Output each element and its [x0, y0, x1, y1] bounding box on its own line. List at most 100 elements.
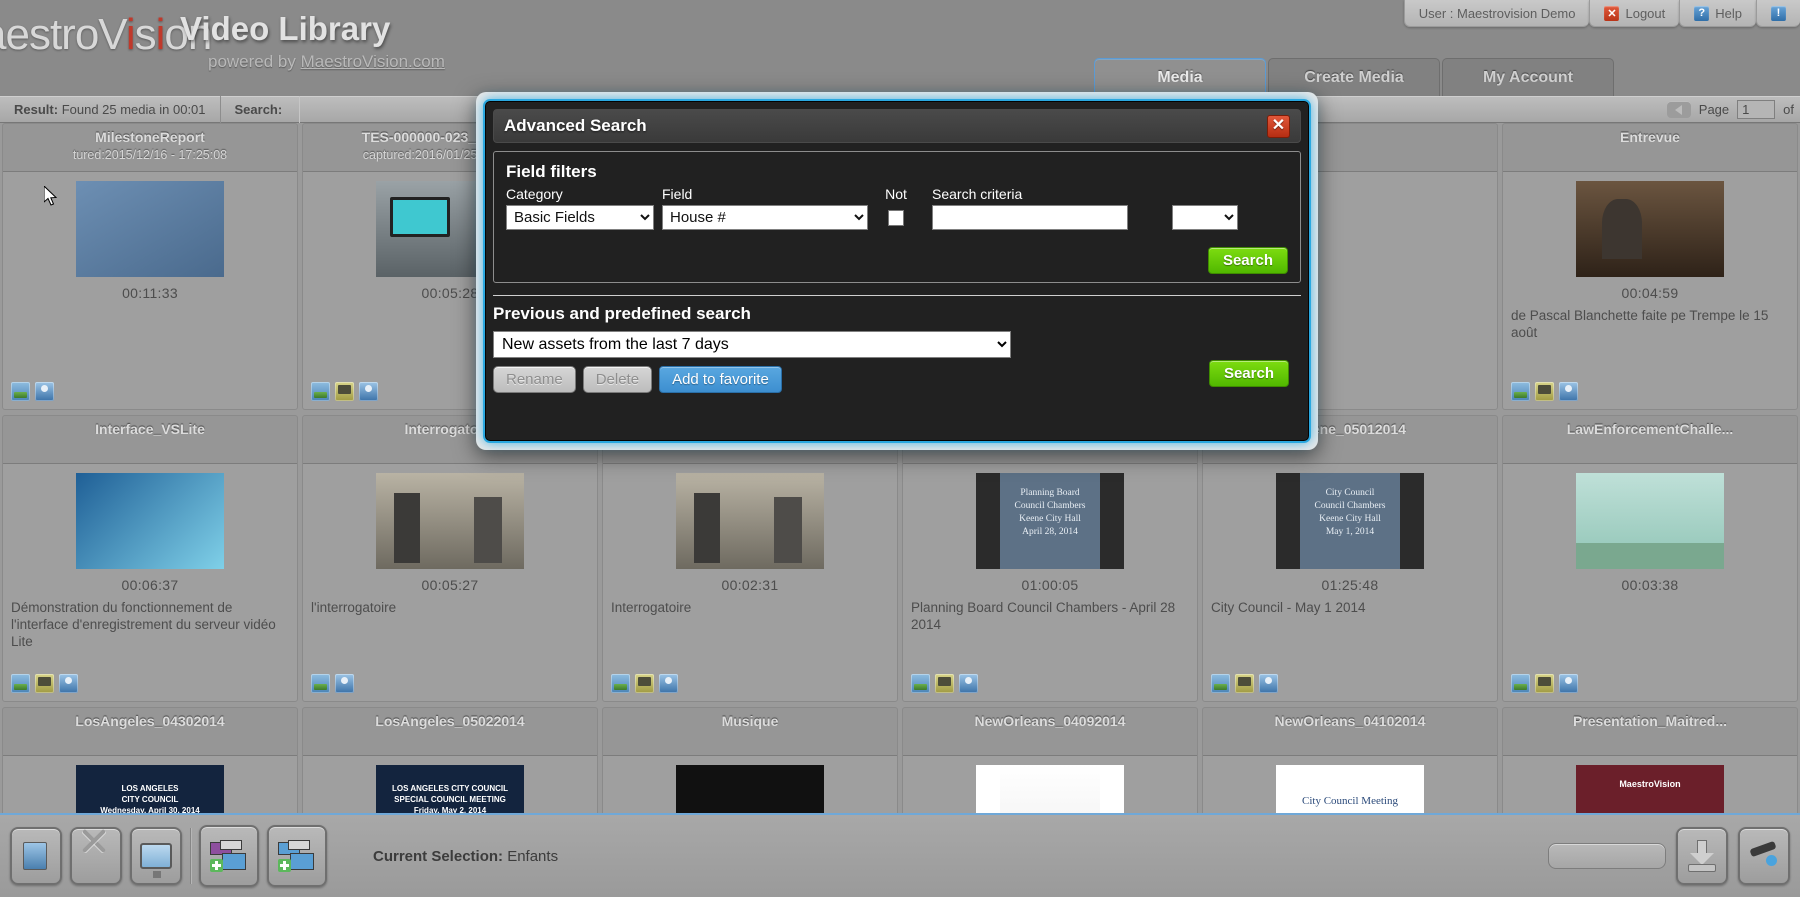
person-icon[interactable] — [659, 674, 678, 693]
media-card-thumbnail[interactable]: City Council Meeting — [1276, 764, 1424, 813]
image-icon[interactable] — [311, 674, 330, 693]
media-card-header: Musique — [603, 708, 897, 756]
thumbnail-caption: LOS ANGELES CITY COUNCIL Wednesday, April … — [100, 783, 200, 814]
media-card-thumbnail-wrap — [903, 756, 1197, 813]
add-to-favorite-button[interactable]: Add to favorite — [659, 366, 782, 393]
media-card-thumbnail[interactable] — [976, 764, 1124, 813]
media-card[interactable]: NewOrleans_04092014 — [902, 707, 1198, 813]
media-card-thumbnail[interactable] — [376, 472, 524, 569]
person-icon[interactable] — [35, 382, 54, 401]
monitor-icon[interactable] — [1535, 674, 1554, 693]
tab-create-media[interactable]: Create Media — [1268, 58, 1440, 96]
person-icon[interactable] — [1559, 382, 1578, 401]
page-title: Video Library — [180, 10, 391, 47]
exclamation-icon: ! — [1771, 5, 1786, 21]
media-card[interactable]: Presentation_Maitred... MaestroVision — [1502, 707, 1798, 813]
media-card[interactable]: LosAngeles_05022014 LOS ANGELES CITY COUN… — [302, 707, 598, 813]
media-card[interactable]: LosAngeles_04302014 LOS ANGELES CITY COUNC… — [2, 707, 298, 813]
media-card-title: LosAngeles_05022014 — [375, 713, 525, 729]
media-card-thumbnail[interactable]: LOS ANGELES CITY COUNCIL Wednesday, April … — [76, 764, 224, 814]
media-card-thumbnail[interactable]: Planning Board Council Chambers Keene City… — [976, 472, 1124, 569]
bottom-text-field[interactable] — [1548, 843, 1666, 869]
monitor-icon[interactable] — [35, 674, 54, 693]
logout-button[interactable]: ✕ Logout — [1589, 0, 1680, 27]
download-icon[interactable] — [1676, 827, 1728, 885]
monitor-icon[interactable] — [335, 382, 354, 401]
operator-select[interactable] — [1172, 205, 1238, 230]
media-card[interactable]: Interface_VSLite 00:06:37 Démonstration du… — [2, 415, 298, 702]
monitor-icon[interactable] — [1535, 382, 1554, 401]
media-card-title: Entrevue — [1620, 129, 1680, 145]
pen-icon[interactable] — [1738, 827, 1790, 885]
image-icon[interactable] — [1211, 674, 1230, 693]
person-icon[interactable] — [1259, 674, 1278, 693]
close-x-icon[interactable]: ✕ — [1267, 114, 1290, 138]
delete-button[interactable]: Delete — [582, 366, 653, 393]
monitor-icon[interactable] — [935, 674, 954, 693]
media-card-description: l'interrogatoire — [311, 600, 397, 615]
image-icon[interactable] — [611, 674, 630, 693]
media-card-thumbnail[interactable] — [676, 764, 824, 813]
person-icon[interactable] — [335, 674, 354, 693]
category-select[interactable]: Basic Fields — [506, 205, 654, 230]
media-card-description: de Pascal Blanchette faite pe Trempe le … — [1511, 308, 1769, 340]
help-button[interactable]: ? Help — [1679, 0, 1756, 27]
media-card[interactable]: Interrogatoire 00:05:27 l'interrogatoire — [302, 415, 598, 702]
field-filters-search-button[interactable]: Search — [1207, 247, 1288, 274]
media-card-thumbnail[interactable] — [76, 472, 224, 569]
media-card-thumbnail-wrap: LOS ANGELES CITY COUNCIL SPECIAL COUNCIL … — [303, 756, 597, 813]
media-card-thumbnail[interactable]: LOS ANGELES CITY COUNCIL SPECIAL COUNCIL … — [376, 764, 524, 813]
image-icon[interactable] — [11, 382, 30, 401]
media-card[interactable]: Interrogatoire_Jim00:02:31Interrogatoire — [602, 415, 898, 702]
x-delete-icon[interactable] — [70, 827, 122, 885]
monitor-icon[interactable] — [635, 674, 654, 693]
search-criteria-input[interactable] — [932, 205, 1128, 230]
previous-search-button[interactable]: Search — [1208, 360, 1289, 387]
image-icon[interactable] — [1511, 382, 1530, 401]
media-card-thumbnail-wrap — [303, 464, 597, 569]
tab-media[interactable]: Media — [1094, 58, 1266, 96]
image-icon[interactable] — [911, 674, 930, 693]
media-card[interactable]: Musique — [602, 707, 898, 813]
alert-button[interactable]: ! — [1756, 0, 1800, 27]
media-card-icons — [11, 382, 54, 401]
person-icon[interactable] — [1559, 674, 1578, 693]
media-card-thumbnail[interactable] — [1576, 180, 1724, 277]
media-shield-icon[interactable] — [10, 827, 62, 885]
media-card-duration: 00:02:31 — [721, 577, 779, 593]
search-label: Search: — [234, 102, 283, 117]
person-icon[interactable] — [959, 674, 978, 693]
media-card[interactable]: Keene_05012014 City Council Council Chambe… — [1202, 415, 1498, 702]
media-card-thumbnail[interactable] — [1576, 472, 1724, 569]
left-arrow-icon[interactable] — [1666, 101, 1691, 118]
image-icon[interactable] — [1511, 674, 1530, 693]
add-to-playlist-icon[interactable] — [199, 825, 259, 887]
media-card[interactable]: MilestoneReport tured:2015/12/16 - 17:25:… — [2, 123, 298, 410]
media-card-thumbnail[interactable] — [676, 472, 824, 569]
tab-media-label: Media — [1157, 68, 1203, 86]
not-checkbox[interactable] — [888, 209, 904, 226]
media-card-thumbnail[interactable]: MaestroVision — [1576, 764, 1724, 813]
media-card[interactable]: LawEnforcementChalle... 00:03:38 — [1502, 415, 1798, 702]
media-card-thumbnail-wrap — [1503, 464, 1797, 569]
result-status: Result: Found 25 media in 00:01 — [0, 96, 220, 123]
image-icon[interactable] — [11, 674, 30, 693]
person-icon[interactable] — [59, 674, 78, 693]
previous-search-select[interactable]: New assets from the last 7 days — [493, 331, 1011, 358]
media-card[interactable]: Keene_04282014Planning BoardCouncil Cham… — [902, 415, 1198, 702]
media-card-thumbnail[interactable]: City Council Council Chambers Keene City H… — [1276, 472, 1424, 569]
rename-button[interactable]: Rename — [493, 366, 576, 393]
page-input[interactable] — [1737, 100, 1776, 119]
field-select[interactable]: House # — [662, 205, 868, 230]
monitor-icon[interactable] — [130, 827, 182, 885]
app-header: aestroVision Video Library powered by Ma… — [0, 0, 1800, 96]
image-icon[interactable] — [311, 382, 330, 401]
add-media-icon[interactable] — [267, 825, 327, 887]
media-card[interactable]: Entrevue 00:04:59 de Pascal Blanchette fai… — [1502, 123, 1798, 410]
monitor-icon[interactable] — [1235, 674, 1254, 693]
media-card[interactable]: NewOrleans_04102014 City Council Meeting — [1202, 707, 1498, 813]
person-icon[interactable] — [359, 382, 378, 401]
tab-my-account[interactable]: My Account — [1442, 58, 1614, 96]
media-card-thumbnail[interactable] — [76, 180, 224, 277]
maestrovision-link[interactable]: MaestroVision.com — [301, 52, 445, 71]
